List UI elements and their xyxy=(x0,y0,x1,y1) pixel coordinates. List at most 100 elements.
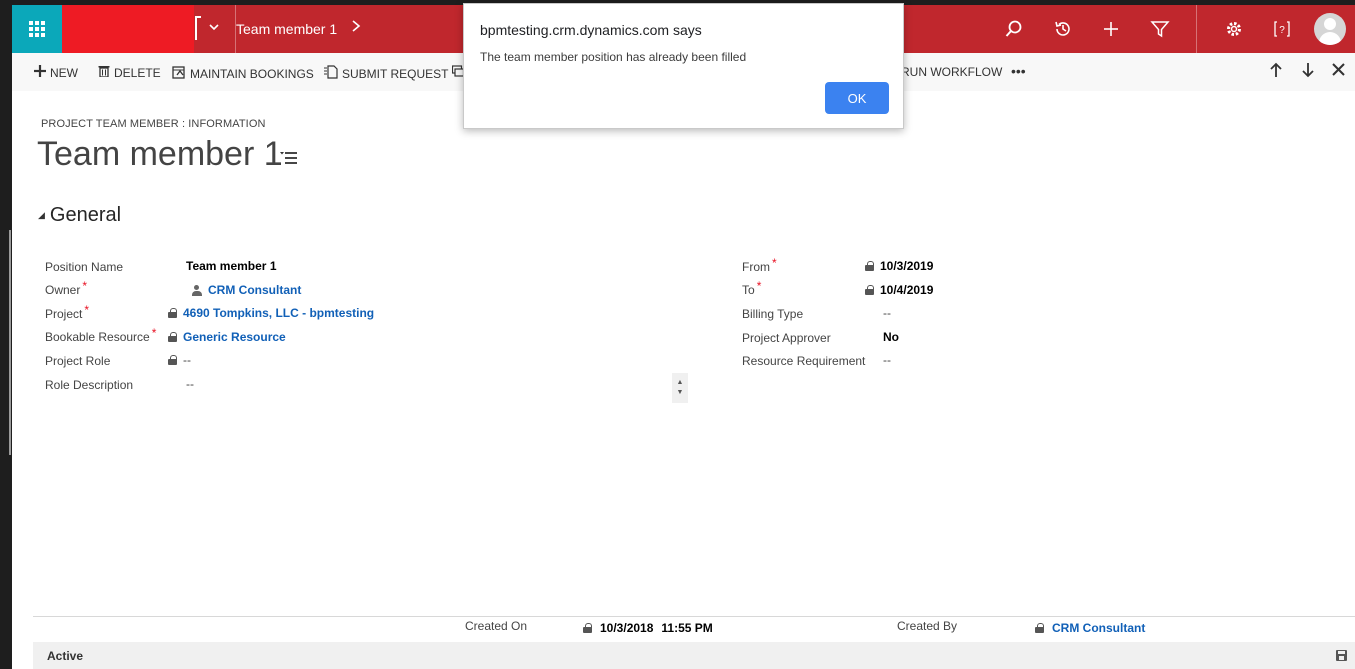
textarea-scrollbar[interactable]: ▲ ▼ xyxy=(672,373,688,403)
lock-icon xyxy=(865,261,874,271)
owner-value[interactable]: CRM Consultant xyxy=(192,283,301,297)
collapse-triangle-icon: ◢ xyxy=(38,210,45,220)
created-on-time: 11:55 PM xyxy=(661,621,713,635)
more-commands-button[interactable]: ••• xyxy=(1011,63,1026,79)
scroll-down-icon[interactable]: ▼ xyxy=(677,388,684,398)
from-label: From xyxy=(742,260,770,274)
field-label: Billing Type xyxy=(742,307,803,321)
required-asterisk: * xyxy=(772,256,777,270)
alert-dialog: bpmtesting.crm.dynamics.com says The tea… xyxy=(463,3,904,129)
lock-icon xyxy=(168,308,177,318)
role-description-value[interactable]: -- xyxy=(186,377,194,391)
resource-requirement-label: Resource Requirement xyxy=(742,354,866,368)
ok-button[interactable]: OK xyxy=(825,82,889,114)
to-label: To xyxy=(742,283,755,297)
required-asterisk: * xyxy=(756,279,762,293)
arrow-up-icon[interactable] xyxy=(1269,62,1283,83)
bookable-resource-link[interactable]: Generic Resource xyxy=(183,330,286,344)
close-icon[interactable] xyxy=(1331,62,1346,82)
nav-divider xyxy=(1196,5,1197,53)
project-role-label: Project Role xyxy=(45,354,111,368)
from-date: 10/3/2019 xyxy=(880,259,934,273)
field-label: Owner * xyxy=(45,279,87,297)
project-link[interactable]: 4690 Tompkins, LLC - bpmtesting xyxy=(183,306,374,320)
role-description-label: Role Description xyxy=(45,378,134,392)
project-value[interactable]: 4690 Tompkins, LLC - bpmtesting xyxy=(168,306,374,320)
help-icon[interactable]: ? xyxy=(1270,17,1294,41)
redacted-bracket xyxy=(195,16,201,40)
document-icon xyxy=(324,65,338,82)
history-icon[interactable] xyxy=(1051,17,1075,41)
created-on-value: 10/3/2018 11:55 PM xyxy=(583,621,713,635)
project-label: Project xyxy=(45,307,83,321)
required-asterisk: * xyxy=(84,303,90,317)
new-button[interactable]: NEW xyxy=(34,65,78,80)
lock-icon xyxy=(168,332,177,342)
project-approver-value[interactable]: No xyxy=(883,330,899,344)
created-by-label: Created By xyxy=(897,619,958,633)
project-approver-label: Project Approver xyxy=(742,331,831,345)
lock-icon xyxy=(583,623,592,633)
delete-button[interactable]: DELETE xyxy=(98,65,161,80)
chevron-down-icon[interactable] xyxy=(208,21,220,36)
plus-icon xyxy=(34,65,46,80)
project-role-value[interactable]: -- xyxy=(168,353,191,367)
field-label: Role Description xyxy=(45,378,133,392)
required-asterisk: * xyxy=(151,326,157,340)
save-icon[interactable] xyxy=(1336,650,1347,661)
billing-type-value[interactable]: -- xyxy=(883,306,891,320)
field-label: Project Approver xyxy=(742,331,831,345)
required-asterisk: * xyxy=(82,279,88,293)
lock-icon xyxy=(168,355,177,365)
field-label: Project Role xyxy=(45,354,110,368)
redacted-area xyxy=(62,5,194,53)
submit-request-button[interactable]: SUBMIT REQUEST xyxy=(324,65,448,82)
resource-requirement-value[interactable]: -- xyxy=(883,353,891,367)
to-date: 10/4/2019 xyxy=(880,283,934,297)
waffle-icon xyxy=(29,21,45,37)
field-label: To * xyxy=(742,279,761,297)
field-label: Position Name xyxy=(45,260,123,274)
project-role-text: -- xyxy=(183,353,191,367)
owner-link[interactable]: CRM Consultant xyxy=(208,283,301,297)
plus-icon[interactable] xyxy=(1099,17,1123,41)
section-general[interactable]: ◢ General xyxy=(38,204,121,227)
run-workflow-button[interactable]: RUN WORKFLOW xyxy=(901,65,1002,79)
dialog-message: The team member position has already bee… xyxy=(480,50,747,64)
arrow-down-icon[interactable] xyxy=(1301,62,1315,83)
owner-label: Owner xyxy=(45,283,81,297)
bookable-resource-value[interactable]: Generic Resource xyxy=(168,330,286,344)
user-avatar[interactable] xyxy=(1314,13,1346,45)
search-icon[interactable] xyxy=(1002,17,1026,41)
to-value[interactable]: 10/4/2019 xyxy=(865,283,933,297)
field-label: Bookable Resource * xyxy=(45,326,156,344)
svg-text:?: ? xyxy=(1279,25,1285,36)
position-name-label: Position Name xyxy=(45,260,124,274)
chevron-right-icon[interactable] xyxy=(350,19,362,38)
position-name-value[interactable]: Team member 1 xyxy=(186,259,277,273)
lock-icon xyxy=(865,285,874,295)
field-label: From * xyxy=(742,256,777,274)
new-label: NEW xyxy=(50,65,78,80)
bookings-icon xyxy=(172,65,186,82)
from-value[interactable]: 10/3/2019 xyxy=(865,259,933,273)
bookable-resource-label: Bookable Resource xyxy=(45,330,150,344)
submit-request-label: SUBMIT REQUEST xyxy=(342,66,449,81)
form-selector-icon[interactable] xyxy=(280,149,298,167)
app-launcher-button[interactable] xyxy=(12,5,62,53)
maintain-bookings-button[interactable]: MAINTAIN BOOKINGS xyxy=(172,65,314,82)
created-on-label: Created On xyxy=(465,619,528,633)
user-icon xyxy=(192,284,202,296)
filter-icon[interactable] xyxy=(1148,17,1172,41)
trash-icon xyxy=(98,65,110,80)
lock-icon xyxy=(1035,623,1044,633)
created-by-value[interactable]: CRM Consultant xyxy=(1035,621,1145,635)
run-workflow-label: RUN WORKFLOW xyxy=(901,65,1003,79)
settings-icon[interactable] xyxy=(1222,17,1246,41)
dialog-title: bpmtesting.crm.dynamics.com says xyxy=(480,22,702,38)
scroll-up-icon[interactable]: ▲ xyxy=(677,378,684,388)
entity-form-label: PROJECT TEAM MEMBER : INFORMATION xyxy=(41,118,266,130)
breadcrumb-record[interactable]: Team member 1 xyxy=(236,21,337,37)
delete-label: DELETE xyxy=(114,65,161,80)
created-by-link[interactable]: CRM Consultant xyxy=(1052,621,1145,635)
